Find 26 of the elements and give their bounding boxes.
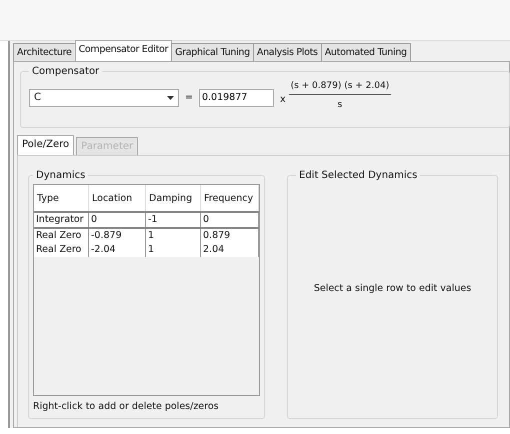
tab[interactable]: Pole/Zero <box>17 135 74 155</box>
compensator-dropdown[interactable]: C <box>29 88 179 106</box>
denominator: s <box>338 99 342 110</box>
table-cell: Real Zero <box>34 243 89 257</box>
group-title: Edit Selected Dynamics <box>298 170 418 181</box>
tab[interactable]: Automated Tuning <box>320 43 411 61</box>
table-cell: 1 <box>146 243 201 257</box>
numerator: (s + 0.879) (s + 2.04) <box>288 81 392 95</box>
table-cell: 1 <box>146 229 201 243</box>
equals-sign: = <box>185 92 193 103</box>
multiply-sign: x <box>280 94 286 105</box>
caret-icon <box>167 96 174 100</box>
empty-message: Select a single row to edit values <box>314 283 472 294</box>
table-cell: -0.879 <box>89 229 146 243</box>
table-cell: -2.04 <box>89 243 146 257</box>
group-title: Dynamics <box>35 170 86 181</box>
table-cell: 2.04 <box>201 243 259 257</box>
tab[interactable]: Analysis Plots <box>252 43 322 61</box>
gain-field[interactable]: 0.019877 <box>198 88 274 106</box>
tab[interactable]: Graphical Tuning <box>171 43 254 61</box>
tab[interactable]: Architecture <box>13 43 76 61</box>
tab[interactable]: Compensator Editor <box>74 40 172 61</box>
table-cell: 0.879 <box>201 229 259 243</box>
hint-text: Right-click to add or delete poles/zeros <box>33 400 220 414</box>
table-cell: Real Zero <box>34 229 89 243</box>
group-title: Compensator <box>31 66 100 77</box>
